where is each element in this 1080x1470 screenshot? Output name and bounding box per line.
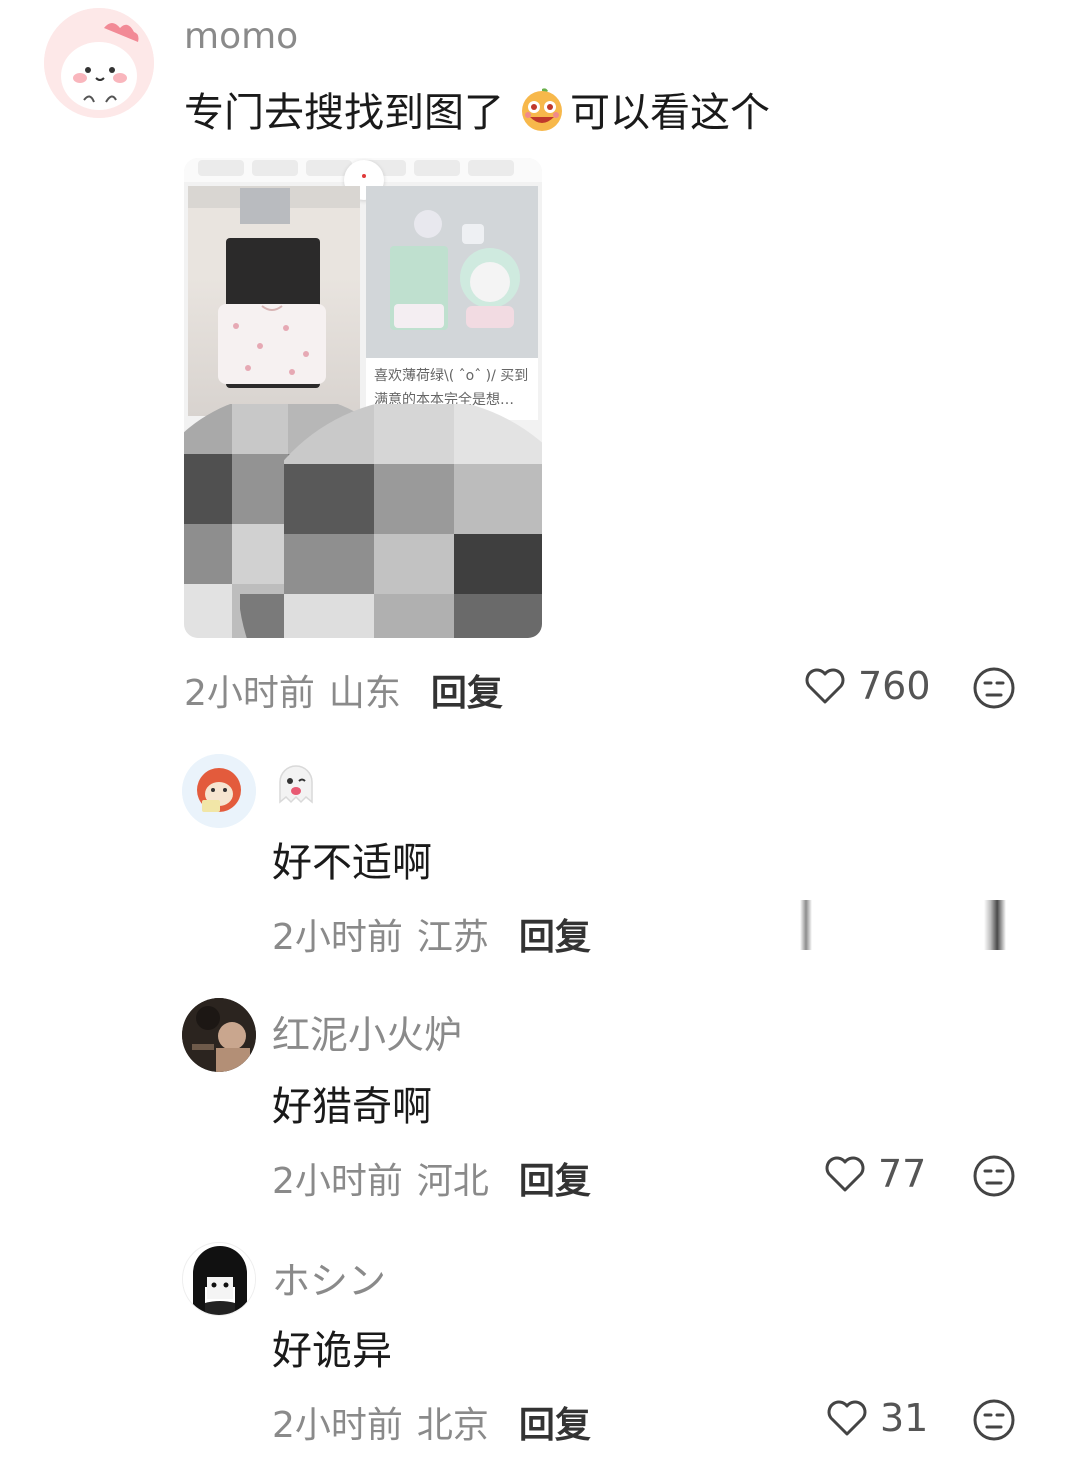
reply-meta: 2小时前 北京 回复 bbox=[272, 1396, 591, 1448]
reply-text: 好诡异 bbox=[272, 1328, 392, 1374]
reply-avatar[interactable] bbox=[182, 754, 256, 828]
comment-text-part2: 可以看这个 bbox=[570, 90, 770, 136]
like-count: 760 bbox=[858, 664, 931, 708]
comment-image[interactable]: 喜欢薄荷绿\( ˆoˆ )/ 买到满意的本本完全是想… bbox=[184, 158, 542, 638]
reply-avatar[interactable] bbox=[182, 1242, 256, 1316]
comment-username[interactable]: momo bbox=[184, 16, 298, 57]
reply-username[interactable]: 红泥小火炉 bbox=[272, 1004, 462, 1059]
reply-text: 好猎奇啊 bbox=[272, 1084, 432, 1130]
meh-face-icon bbox=[973, 667, 1015, 709]
reply-time: 2小时前 bbox=[272, 1405, 403, 1446]
dark-photo-avatar-icon bbox=[182, 998, 256, 1072]
mosaic-blur-overlay bbox=[184, 404, 542, 638]
reply-meta: 2小时前 河北 回复 bbox=[272, 1152, 591, 1204]
like-button[interactable]: 760 bbox=[804, 664, 931, 708]
like-count: 77 bbox=[878, 1152, 927, 1196]
avatar[interactable] bbox=[44, 8, 154, 118]
dislike-button-loading[interactable] bbox=[984, 900, 1006, 950]
reply-location: 北京 bbox=[416, 1405, 489, 1446]
like-button[interactable]: 77 bbox=[824, 1152, 926, 1196]
heart-icon bbox=[805, 668, 845, 704]
reply-time: 2小时前 bbox=[272, 917, 403, 958]
dislike-button[interactable] bbox=[972, 666, 1016, 714]
comment-time: 2小时前 bbox=[184, 673, 315, 714]
reply-button[interactable]: 回复 bbox=[519, 1396, 591, 1448]
image-tile-notebook-cover bbox=[188, 186, 360, 416]
meh-face-icon bbox=[973, 1155, 1015, 1197]
image-tab-chip bbox=[414, 160, 460, 176]
comment-text: 专门去搜找到图了 可以看这个 bbox=[184, 80, 770, 138]
comment-text-part1: 专门去搜找到图了 bbox=[184, 90, 504, 136]
dislike-button[interactable] bbox=[972, 1154, 1016, 1202]
like-count: 31 bbox=[880, 1396, 929, 1440]
like-button[interactable]: 31 bbox=[826, 1396, 928, 1440]
heart-icon bbox=[827, 1400, 867, 1436]
reply-button[interactable]: 回复 bbox=[519, 908, 591, 960]
reply-time: 2小时前 bbox=[272, 1161, 403, 1202]
reply-location: 河北 bbox=[416, 1161, 489, 1202]
ghost-emoji-icon bbox=[272, 762, 320, 810]
image-tab-chip bbox=[252, 160, 298, 176]
grinning-emoji-icon bbox=[518, 85, 566, 133]
cartoon-monkey-avatar-icon bbox=[182, 754, 256, 828]
reply-username[interactable]: ホシン bbox=[272, 1250, 386, 1305]
dislike-button[interactable] bbox=[972, 1398, 1016, 1446]
heart-icon bbox=[825, 1156, 865, 1192]
pink-dino-avatar-icon bbox=[44, 8, 154, 118]
reply-button[interactable]: 回复 bbox=[519, 1152, 591, 1204]
black-hair-girl-avatar-icon bbox=[183, 1243, 255, 1315]
comment-location: 山东 bbox=[328, 673, 401, 714]
reply-text: 好不适啊 bbox=[272, 840, 432, 886]
image-tile-mint-notebook bbox=[366, 186, 538, 358]
reply-button[interactable]: 回复 bbox=[431, 664, 503, 716]
image-tab-chip bbox=[468, 160, 514, 176]
image-tab-chip bbox=[198, 160, 244, 176]
like-button-loading[interactable] bbox=[800, 900, 812, 950]
meh-face-icon bbox=[973, 1399, 1015, 1441]
reply-location: 江苏 bbox=[416, 917, 489, 958]
comment-meta: 2小时前 山东 回复 bbox=[184, 664, 503, 716]
reply-meta: 2小时前 江苏 回复 bbox=[272, 908, 591, 960]
reply-avatar[interactable] bbox=[182, 998, 256, 1072]
